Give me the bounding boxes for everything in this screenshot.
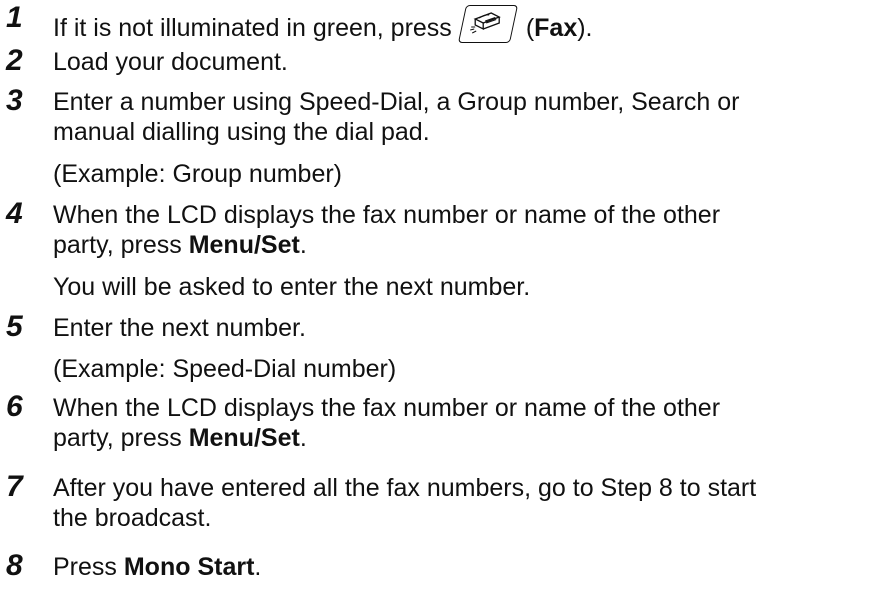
- paren-open: (: [525, 14, 535, 42]
- step-text-line: party, press Menu/Set.: [53, 423, 865, 453]
- step-text-pre: If it is not illuminated in green, press: [53, 14, 452, 42]
- step-text: If it is not illuminated in green, press…: [53, 5, 865, 45]
- step-text-post: .: [299, 424, 307, 452]
- step-number: 4: [6, 197, 23, 230]
- step-subtext: You will be asked to enter the next numb…: [53, 273, 531, 301]
- step-text: Load your document.: [53, 48, 288, 76]
- step-text-line: the broadcast.: [53, 504, 212, 532]
- mono-start-key-label: Mono Start: [123, 553, 255, 581]
- step-text: Enter the next number.: [53, 314, 306, 342]
- step-number: 6: [6, 390, 23, 423]
- step-text-line: After you have entered all the fax numbe…: [53, 474, 757, 502]
- step-number: 5: [6, 310, 23, 343]
- step-text: Press Mono Start.: [53, 552, 865, 582]
- menu-set-key-label: Menu/Set: [188, 231, 300, 259]
- step-text-line: When the LCD displays the fax number or …: [53, 201, 721, 229]
- step-number: 2: [6, 44, 23, 77]
- step-number: 7: [6, 470, 23, 503]
- step-text: After you have entered all the fax numbe…: [53, 473, 865, 533]
- step-text-line: When the LCD displays the fax number or …: [53, 394, 721, 422]
- step-number: 8: [6, 549, 23, 582]
- instruction-page: 1 If it is not illuminated in green, pre…: [0, 0, 871, 609]
- step-subtext: (Example: Group number): [53, 160, 343, 188]
- step-text: Enter a number using Speed-Dial, a Group…: [53, 87, 865, 147]
- step-text: When the LCD displays the fax number or …: [53, 393, 865, 453]
- step-text-pre: party, press: [53, 231, 189, 259]
- fax-key-label: Fax: [534, 14, 578, 42]
- menu-set-key-label: Menu/Set: [188, 424, 300, 452]
- step-number: 3: [6, 84, 23, 117]
- paren-close: ).: [577, 14, 593, 42]
- step-subtext: (Example: Speed-Dial number): [53, 355, 397, 383]
- step-text-pre: Press: [53, 553, 124, 581]
- step-text-line: Enter a number using Speed-Dial, a Group…: [53, 88, 740, 116]
- step-text-line: manual dialling using the dial pad.: [53, 118, 430, 146]
- step-text: When the LCD displays the fax number or …: [53, 200, 865, 260]
- step-number: 1: [6, 1, 23, 34]
- step-text-line: party, press Menu/Set.: [53, 230, 865, 260]
- fax-key-icon: [457, 5, 518, 44]
- step-text-post: .: [254, 553, 262, 581]
- step-text-post: .: [299, 231, 307, 259]
- step-text-pre: party, press: [53, 424, 189, 452]
- fax-machine-icon: [469, 12, 501, 34]
